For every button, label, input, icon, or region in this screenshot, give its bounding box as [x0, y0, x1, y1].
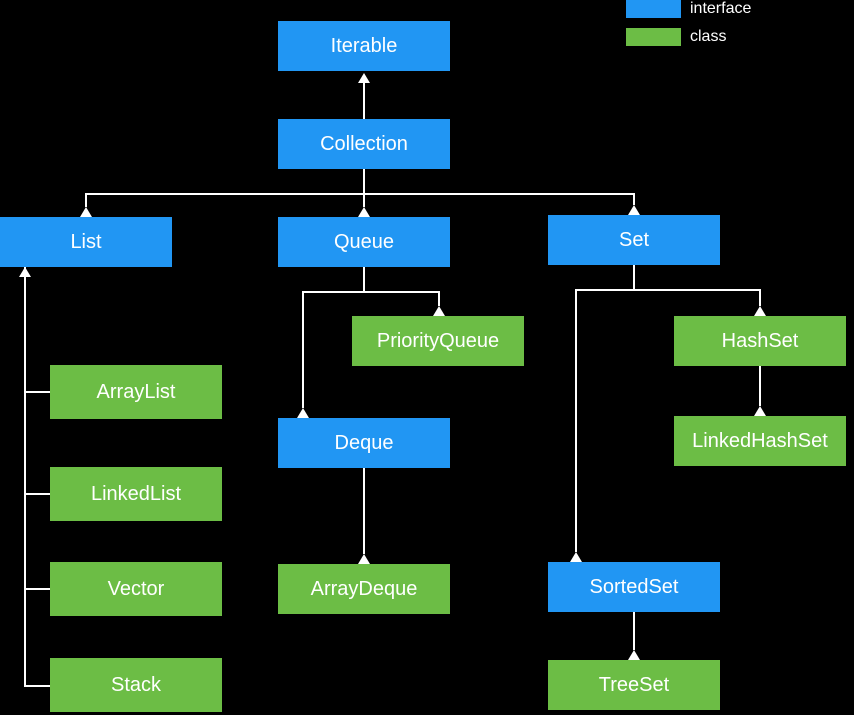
node-deque: Deque: [278, 418, 450, 468]
connector: [438, 291, 440, 306]
node-vector: Vector: [50, 562, 222, 616]
node-label: Vector: [108, 578, 165, 601]
connector: [24, 267, 26, 687]
node-linkedhashset: LinkedHashSet: [674, 416, 846, 466]
node-collection: Collection: [278, 119, 450, 169]
connector: [363, 83, 365, 119]
node-label: Deque: [335, 432, 394, 455]
arrow-up-icon: [358, 73, 370, 83]
node-iterable: Iterable: [278, 21, 450, 71]
arrow-up-icon: [570, 552, 582, 562]
node-hashset: HashSet: [674, 316, 846, 366]
node-label: Stack: [111, 674, 161, 697]
connector: [363, 193, 365, 207]
connector: [24, 588, 50, 590]
legend-label-interface: interface: [690, 0, 751, 18]
node-label: HashSet: [722, 330, 799, 353]
node-priorityqueue: PriorityQueue: [352, 316, 524, 366]
connector: [633, 193, 635, 205]
node-label: Iterable: [331, 35, 398, 58]
legend-label-class: class: [690, 28, 726, 46]
node-label: List: [70, 231, 101, 254]
connector: [759, 366, 761, 406]
legend-swatch-interface: [626, 0, 681, 18]
arrow-up-icon: [628, 650, 640, 660]
connector: [575, 289, 761, 291]
diagram-canvas: { "legend": { "interface_label": "interf…: [0, 0, 854, 715]
node-stack: Stack: [50, 658, 222, 712]
connector: [302, 291, 440, 293]
arrow-up-icon: [358, 207, 370, 217]
arrow-up-icon: [754, 406, 766, 416]
arrow-up-icon: [297, 408, 309, 418]
connector: [575, 289, 577, 552]
connector: [24, 391, 50, 393]
connector: [85, 193, 87, 207]
connector: [85, 193, 635, 195]
node-set: Set: [548, 215, 720, 265]
node-label: ArrayList: [97, 381, 176, 404]
connector: [24, 493, 50, 495]
arrow-up-icon: [19, 267, 31, 277]
connector: [302, 291, 304, 408]
connector: [363, 169, 365, 194]
node-label: SortedSet: [590, 576, 679, 599]
connector: [363, 267, 365, 292]
connector: [24, 685, 50, 687]
node-arraylist: ArrayList: [50, 365, 222, 419]
node-list: List: [0, 217, 172, 267]
node-linkedlist: LinkedList: [50, 467, 222, 521]
node-label: PriorityQueue: [377, 330, 499, 353]
arrow-up-icon: [433, 306, 445, 316]
node-label: LinkedHashSet: [692, 430, 828, 453]
node-arraydeque: ArrayDeque: [278, 564, 450, 614]
connector: [633, 265, 635, 290]
node-queue: Queue: [278, 217, 450, 267]
node-label: Queue: [334, 231, 394, 254]
arrow-up-icon: [358, 554, 370, 564]
connector: [633, 612, 635, 650]
node-label: LinkedList: [91, 483, 181, 506]
arrow-up-icon: [80, 207, 92, 217]
arrow-up-icon: [754, 306, 766, 316]
legend-swatch-class: [626, 28, 681, 46]
connector: [363, 468, 365, 554]
node-label: TreeSet: [599, 674, 669, 697]
node-label: Collection: [320, 133, 408, 156]
node-label: ArrayDeque: [311, 578, 418, 601]
node-label: Set: [619, 229, 649, 252]
node-sortedset: SortedSet: [548, 562, 720, 612]
arrow-up-icon: [628, 205, 640, 215]
node-treeset: TreeSet: [548, 660, 720, 710]
connector: [759, 289, 761, 306]
